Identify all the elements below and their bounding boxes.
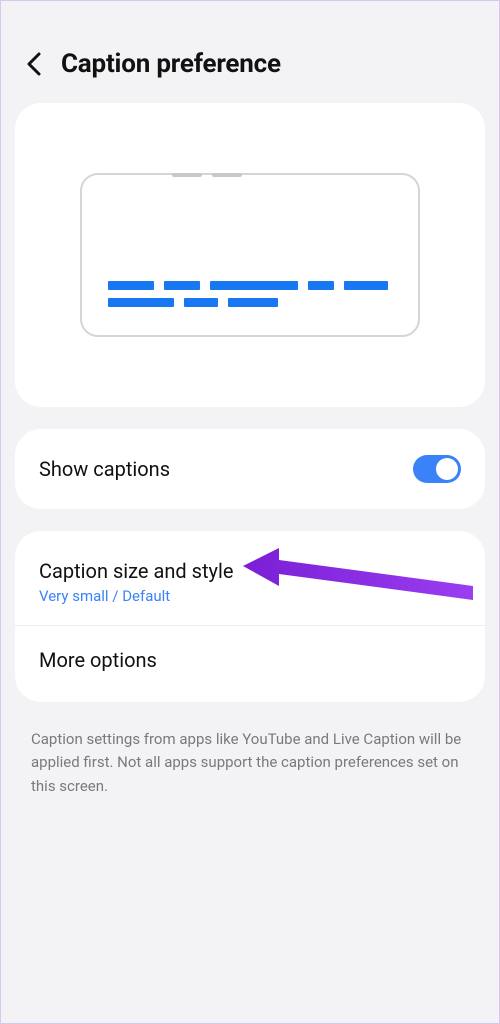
footer-note: Caption settings from apps like YouTube … [1,724,499,798]
caption-size-style-item[interactable]: Caption size and style Very small / Defa… [15,537,485,625]
more-options-title: More options [39,648,461,672]
show-captions-toggle[interactable] [413,455,461,483]
caption-preview-frame [80,173,420,337]
caption-size-style-title: Caption size and style [39,559,461,583]
show-captions-row[interactable]: Show captions [15,429,485,509]
caption-size-style-subtitle: Very small / Default [39,587,461,605]
page-title: Caption preference [61,49,281,79]
caption-sample-lines [108,273,392,307]
more-options-item[interactable]: More options [15,625,485,696]
back-icon[interactable] [25,50,43,78]
show-captions-label: Show captions [39,457,170,481]
caption-preview-card [15,103,485,407]
